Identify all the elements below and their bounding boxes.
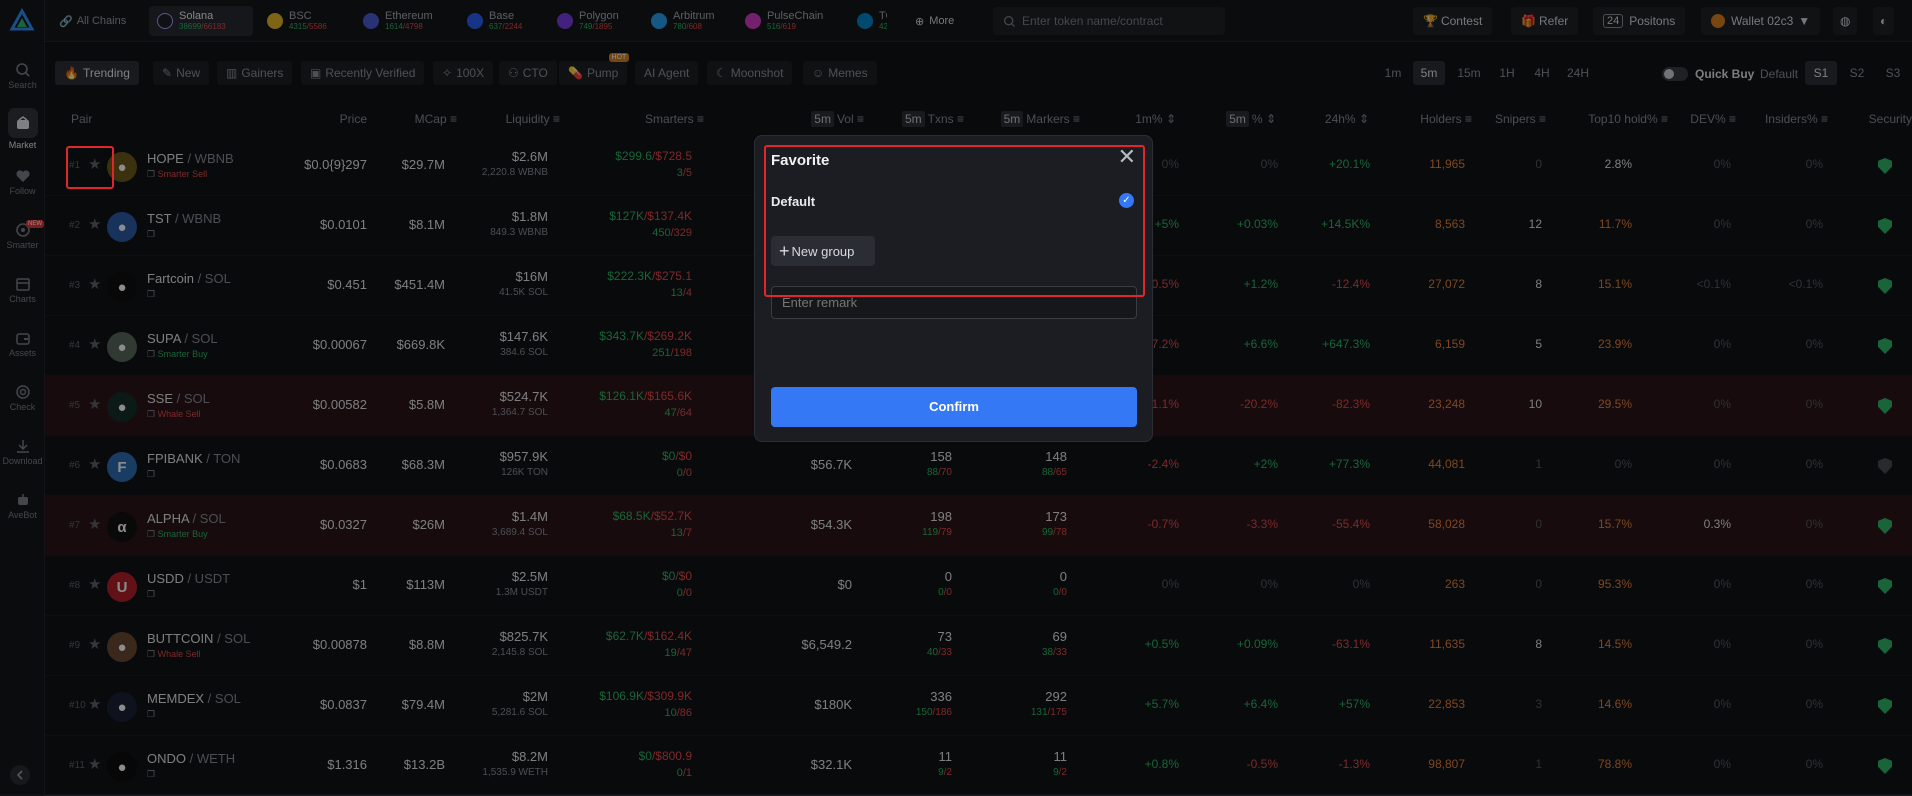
highlight-box xyxy=(66,146,114,189)
confirm-button[interactable]: Confirm xyxy=(771,387,1137,427)
favorite-dialog: Favorite ✕ Default ✓ + New group Confirm xyxy=(754,135,1153,442)
highlight-box xyxy=(764,145,1145,297)
